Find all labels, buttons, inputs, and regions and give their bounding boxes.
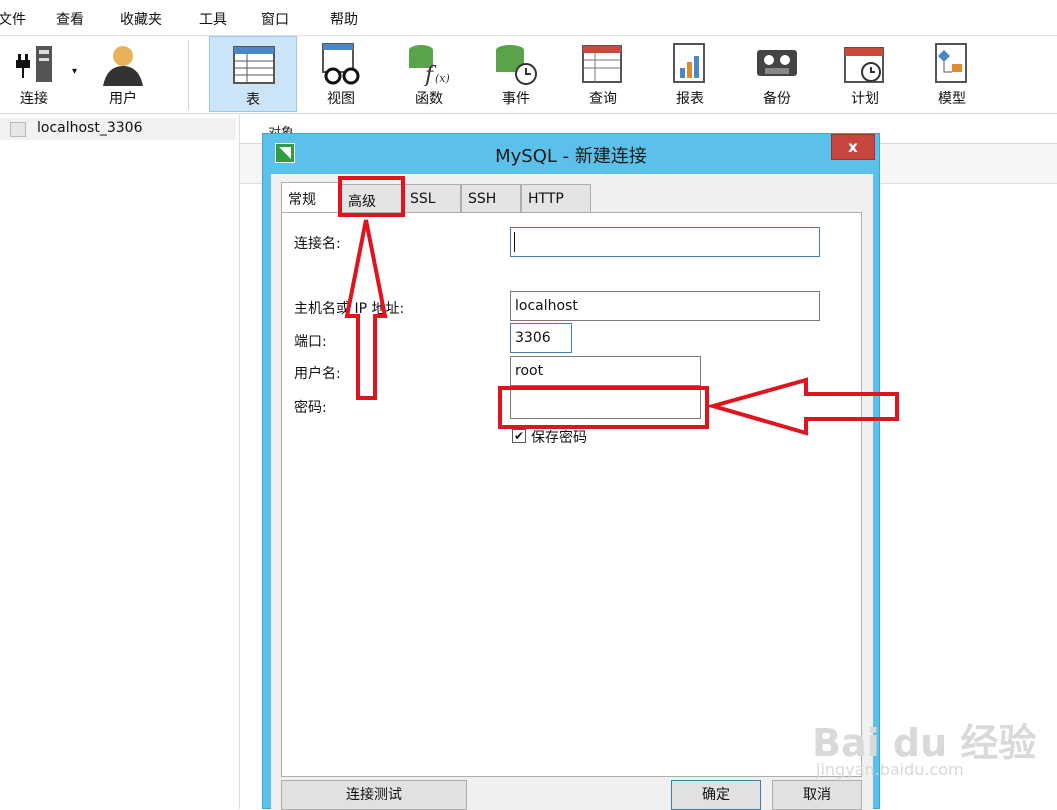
password-input[interactable] (510, 389, 701, 419)
calendar-clock-icon (844, 47, 884, 83)
report-label: 报表 (676, 91, 704, 107)
menu-file[interactable]: 文件 (0, 9, 26, 29)
function-button[interactable]: f (x) 函数 (385, 36, 473, 112)
schedule-button[interactable]: 计划 (821, 36, 909, 112)
cancel-button[interactable]: 取消 (772, 780, 862, 810)
dialog-title: MySQL - 新建连接 (495, 146, 647, 167)
connect-button[interactable]: 连接 (0, 36, 78, 112)
table-icon (233, 46, 275, 84)
close-button[interactable]: x (831, 134, 875, 160)
menu-help[interactable]: 帮助 (330, 9, 358, 29)
server-icon (10, 122, 26, 137)
function-label: 函数 (415, 91, 443, 107)
menu-favorites[interactable]: 收藏夹 (120, 9, 162, 29)
host-input[interactable]: localhost (510, 291, 820, 321)
text-cursor (514, 232, 515, 252)
main-toolbar: 连接 ▾ 用户 表 视图 f (x) 函数 事件 查询 报表 备份 计划 模型 (0, 36, 1057, 114)
connection-tree: localhost_3306 (0, 114, 240, 809)
query-icon (582, 45, 622, 83)
backup-label: 备份 (763, 91, 791, 107)
watermark-url: jingyan.baidu.com (816, 760, 964, 779)
backup-button[interactable]: 备份 (733, 36, 821, 112)
connection-label: localhost_3306 (37, 120, 143, 136)
plug-icon (16, 46, 52, 82)
username-input[interactable]: root (510, 356, 701, 386)
test-connection-button[interactable]: 连接测试 (281, 780, 467, 810)
tab-ssl[interactable]: SSL (403, 184, 461, 212)
glasses-icon (322, 43, 360, 85)
view-label: 视图 (327, 91, 355, 107)
model-icon (935, 43, 967, 83)
view-button[interactable]: 视图 (297, 36, 385, 112)
port-label: 端口: (294, 334, 327, 350)
dialog-body: 常规 高级 SSL SSH HTTP 连接名: 主机名或 IP 地址: loca… (271, 174, 873, 810)
tab-http[interactable]: HTTP (521, 184, 591, 212)
event-label: 事件 (502, 91, 530, 107)
user-icon (103, 46, 143, 86)
menu-view[interactable]: 查看 (56, 9, 84, 29)
password-label: 密码: (294, 400, 327, 416)
model-button[interactable]: 模型 (908, 36, 996, 112)
connection-name-input[interactable] (510, 227, 820, 257)
function-icon: f (x) (409, 45, 450, 86)
connect-dropdown-icon[interactable]: ▾ (72, 66, 77, 77)
query-label: 查询 (589, 91, 617, 107)
host-label: 主机名或 IP 地址: (294, 301, 405, 317)
schedule-label: 计划 (851, 91, 879, 107)
svg-text:(x): (x) (435, 72, 450, 85)
event-button[interactable]: 事件 (472, 36, 560, 112)
report-button[interactable]: 报表 (646, 36, 734, 112)
save-password-checkbox[interactable]: ✔ (512, 429, 526, 443)
user-label: 用户 (109, 91, 137, 107)
report-icon (673, 43, 705, 83)
dialog-tabs: 常规 高级 SSL SSH HTTP (281, 182, 871, 213)
ok-button[interactable]: 确定 (671, 780, 761, 810)
user-button[interactable]: 用户 (79, 36, 167, 112)
general-panel: 连接名: 主机名或 IP 地址: localhost 端口: 3306 用户名:… (281, 212, 862, 777)
connection-item[interactable]: localhost_3306 (0, 118, 236, 140)
tab-ssh[interactable]: SSH (461, 184, 521, 212)
table-label: 表 (246, 92, 260, 108)
username-label: 用户名: (294, 366, 341, 382)
menu-bar: 文件 查看 收藏夹 工具 窗口 帮助 (0, 0, 1057, 36)
tab-advanced[interactable]: 高级 (341, 184, 403, 212)
menu-window[interactable]: 窗口 (261, 9, 289, 29)
menu-tools[interactable]: 工具 (199, 9, 227, 29)
new-connection-dialog: MySQL - 新建连接 x 常规 高级 SSL SSH HTTP 连接名: 主… (262, 133, 880, 810)
connect-label: 连接 (20, 91, 48, 107)
event-icon (496, 45, 537, 85)
toolbar-divider (188, 40, 189, 110)
connection-name-label: 连接名: (294, 236, 341, 252)
backup-icon (757, 50, 797, 76)
baidu-watermark: Bai du 经验 (812, 721, 1037, 765)
port-input[interactable]: 3306 (510, 323, 572, 353)
tab-general[interactable]: 常规 (281, 182, 341, 213)
query-button[interactable]: 查询 (559, 36, 647, 112)
table-button[interactable]: 表 (209, 36, 297, 112)
model-label: 模型 (938, 91, 966, 107)
save-password-label: 保存密码 (531, 430, 587, 446)
